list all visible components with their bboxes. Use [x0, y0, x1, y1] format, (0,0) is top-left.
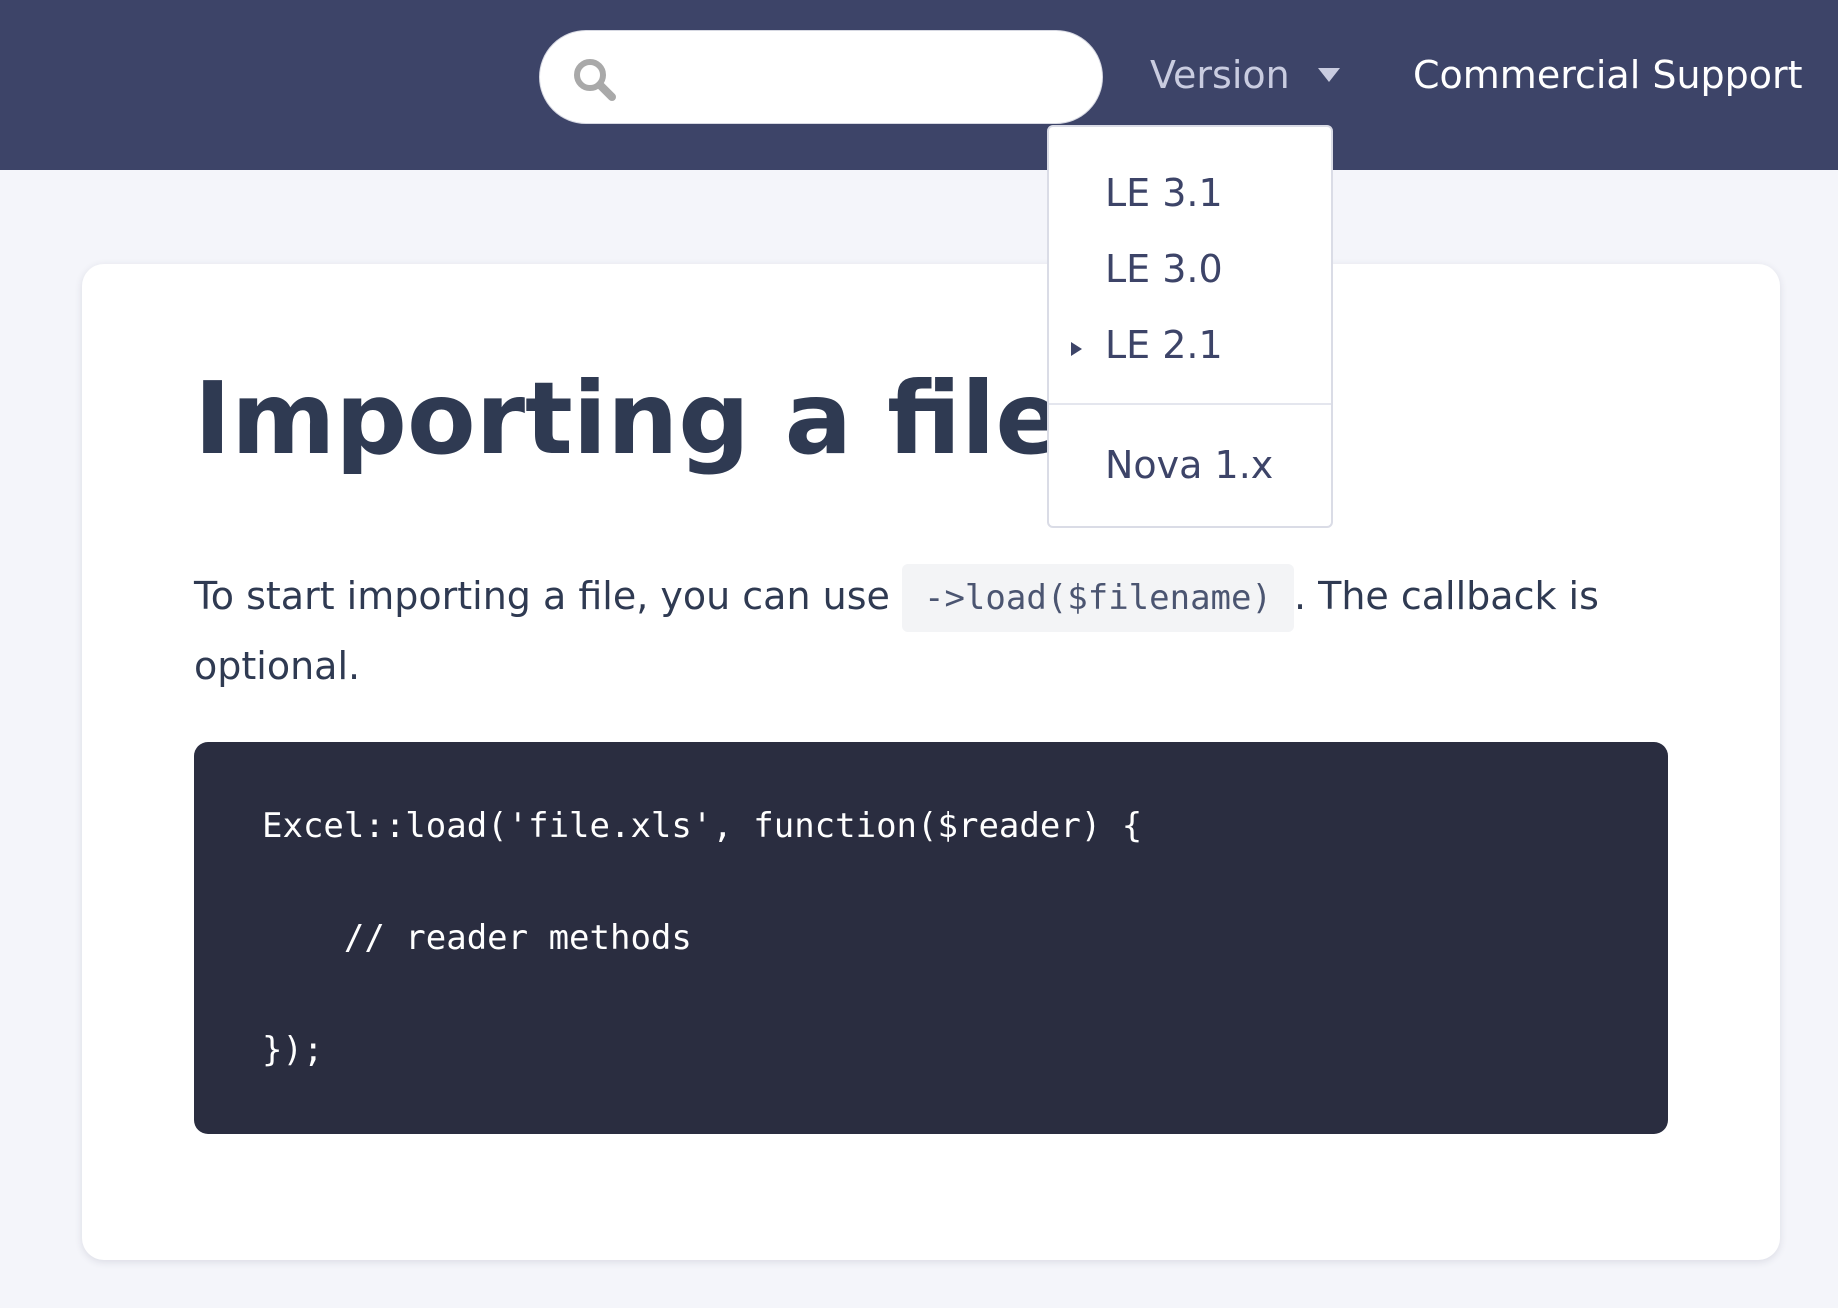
code-line: // reader methods — [262, 918, 692, 958]
version-option-le-3-0[interactable]: LE 3.0 — [1105, 241, 1223, 297]
search-input[interactable] — [630, 49, 1074, 107]
code-block: Excel::load('file.xls', function($reader… — [194, 742, 1668, 1134]
content-card: Importing a file To start importing a fi… — [82, 264, 1780, 1260]
intro-paragraph: To start importing a file, you can use -… — [194, 562, 1674, 700]
commercial-support-link[interactable]: Commercial Support — [1413, 46, 1803, 104]
version-option-le-3-1[interactable]: LE 3.1 — [1105, 165, 1223, 221]
version-option-le-2-1[interactable]: LE 2.1 — [1105, 317, 1223, 373]
version-dropdown-toggle[interactable]: Version — [1150, 46, 1340, 104]
version-option-nova-1-x[interactable]: Nova 1.x — [1105, 437, 1273, 493]
paragraph-text-before: To start importing a file, you can use — [194, 574, 902, 618]
version-dropdown-menu: LE 3.1 LE 3.0 LE 2.1 Nova 1.x — [1047, 125, 1333, 528]
inline-code: ->load($filename) — [901, 564, 1294, 632]
dropdown-divider — [1049, 403, 1331, 405]
caret-down-icon — [1317, 68, 1340, 82]
code-line: Excel::load('file.xls', function($reader… — [262, 806, 1143, 846]
top-navbar: Version Commercial Support — [0, 0, 1838, 170]
page-title: Importing a file — [194, 360, 1064, 477]
version-label: Version — [1150, 53, 1290, 97]
code-line: }); — [262, 1030, 324, 1070]
search-box[interactable] — [539, 30, 1103, 124]
triangle-right-icon — [1071, 342, 1082, 356]
search-icon — [574, 59, 616, 101]
